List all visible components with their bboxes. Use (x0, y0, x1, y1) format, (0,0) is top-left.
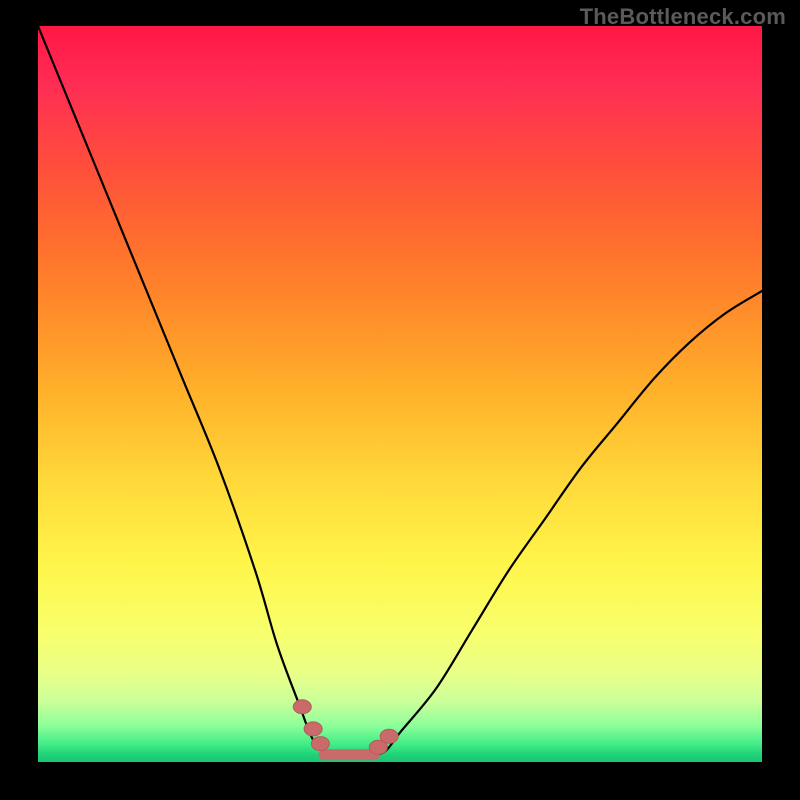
curve-path (38, 26, 762, 759)
valley-marker (311, 737, 329, 751)
valley-marker (380, 729, 398, 743)
plot-area (38, 26, 762, 762)
bottleneck-curve (38, 26, 762, 762)
valley-marker (293, 700, 311, 714)
chart-stage: TheBottleneck.com (0, 0, 800, 800)
valley-marker (304, 722, 322, 736)
